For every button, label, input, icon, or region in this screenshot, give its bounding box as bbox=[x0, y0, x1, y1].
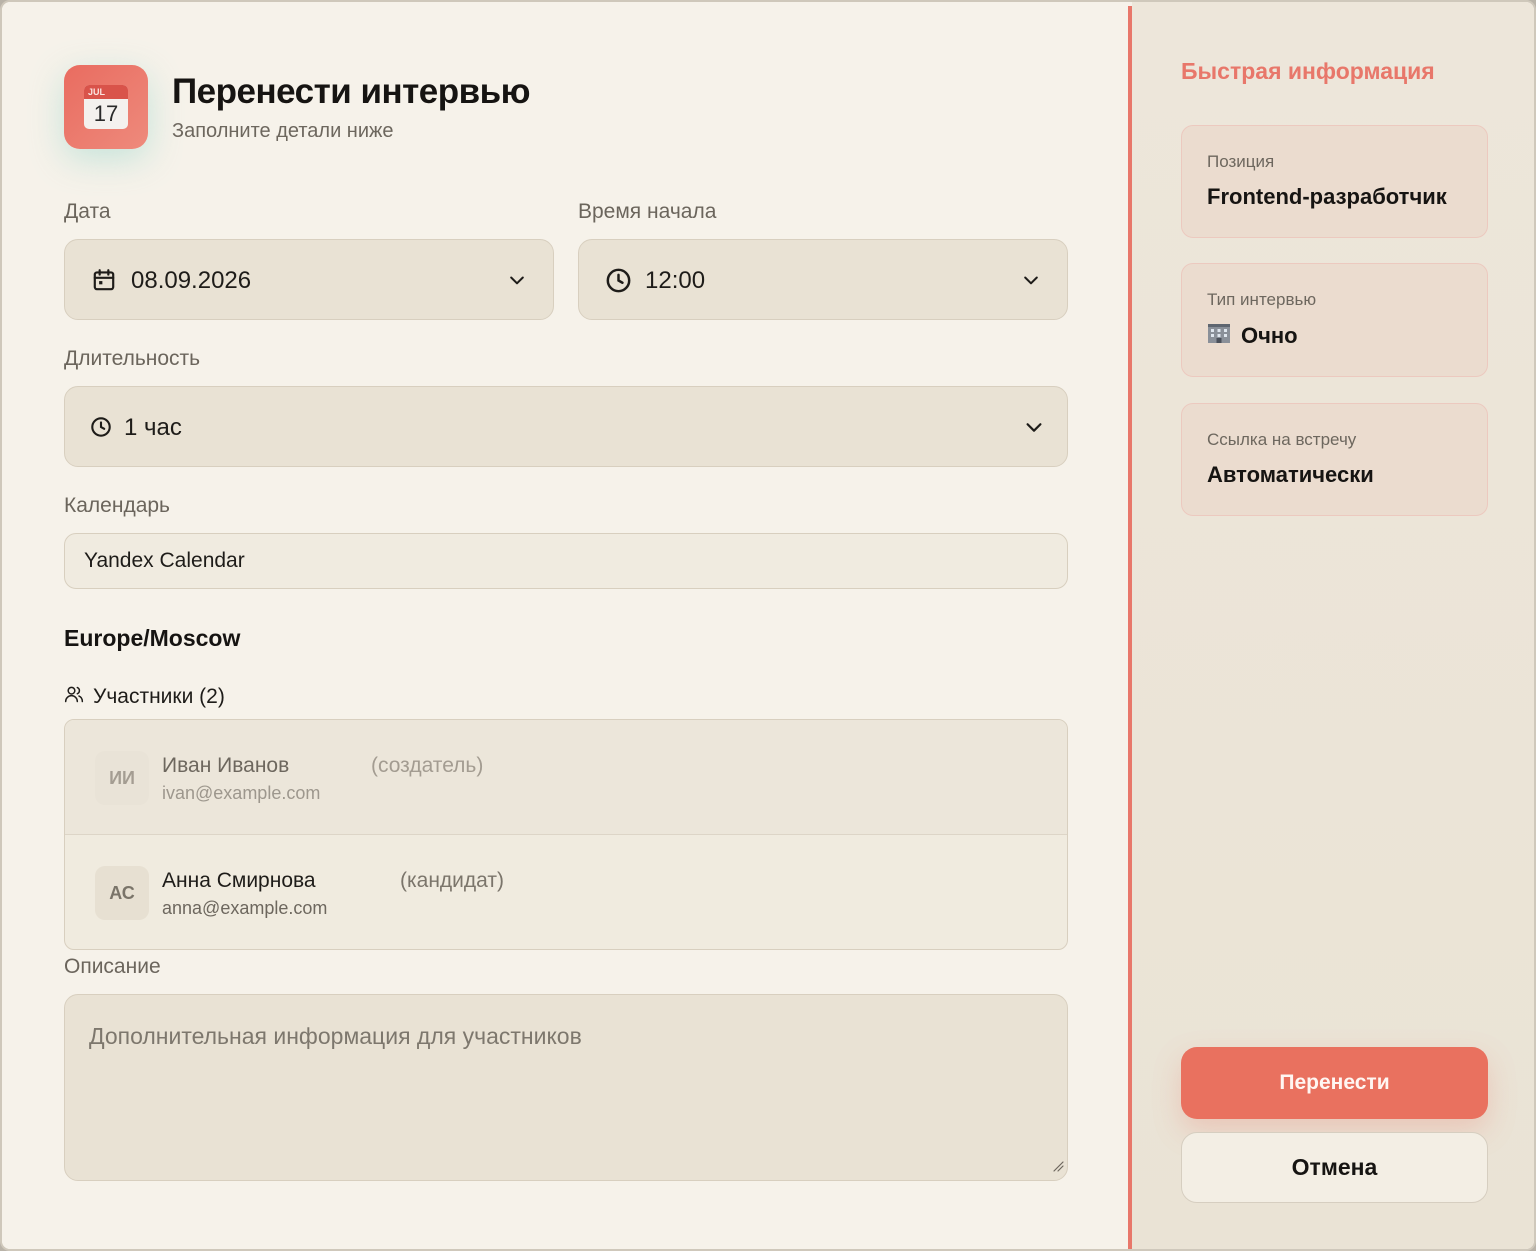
participant-name: Анна Смирнова bbox=[162, 869, 316, 892]
quick-info-panel: Быстрая информация Позиция Frontend-разр… bbox=[1132, 2, 1534, 1249]
participant-row: АС Анна Смирнова (кандидат) anna@example… bbox=[65, 835, 1067, 949]
start-time-value: 12:00 bbox=[645, 267, 706, 294]
description-placeholder: Дополнительная информация для участников bbox=[89, 1023, 582, 1049]
office-building-icon bbox=[1207, 322, 1231, 350]
meeting-link-key: Ссылка на встречу bbox=[1207, 430, 1357, 449]
timezone-label: Europe/Moscow bbox=[64, 625, 241, 651]
duration-value: 1 час bbox=[124, 414, 182, 441]
position-key: Позиция bbox=[1207, 152, 1275, 171]
avatar: АС bbox=[95, 866, 149, 920]
calendar-value: Yandex Calendar bbox=[84, 549, 245, 572]
chevron-down-icon bbox=[1021, 270, 1041, 290]
description-textarea[interactable]: Дополнительная информация для участников bbox=[64, 994, 1068, 1181]
quick-info-title: Быстрая информация bbox=[1181, 58, 1435, 84]
calendar-input[interactable]: Yandex Calendar bbox=[64, 533, 1068, 589]
calendar-label: Календарь bbox=[64, 494, 170, 517]
date-value: 08.09.2026 bbox=[131, 267, 252, 294]
form-panel: JUL 17 Перенести интервью Заполните дета… bbox=[2, 2, 1129, 1249]
resize-handle-icon[interactable] bbox=[1052, 1159, 1064, 1177]
clock-icon bbox=[605, 267, 632, 294]
reschedule-button[interactable]: Перенести bbox=[1181, 1047, 1488, 1119]
chevron-down-icon bbox=[1023, 416, 1045, 438]
participant-role: (создатель) bbox=[371, 754, 484, 777]
cancel-button[interactable]: Отмена bbox=[1181, 1132, 1488, 1203]
calendar-icon-day: 17 bbox=[93, 101, 119, 126]
position-value-text: Frontend-разработчик bbox=[1207, 184, 1447, 209]
participants-list: ИИ Иван Иванов (создатель) ivan@example.… bbox=[64, 719, 1068, 950]
start-time-select[interactable]: 12:00 bbox=[578, 239, 1068, 320]
position-card: Позиция Frontend-разработчик bbox=[1181, 125, 1488, 238]
participants-heading-text: Участники (2) bbox=[93, 685, 225, 708]
participant-email: anna@example.com bbox=[162, 898, 328, 918]
participant-name: Иван Иванов bbox=[162, 754, 290, 777]
users-icon bbox=[64, 684, 84, 710]
duration-label: Длительность bbox=[64, 347, 201, 370]
calendar-icon: JUL 17 bbox=[84, 85, 128, 129]
participants-heading: Участники (2) bbox=[64, 684, 225, 710]
reschedule-dialog: JUL 17 Перенести интервью Заполните дета… bbox=[0, 0, 1536, 1251]
date-label: Дата bbox=[64, 200, 111, 223]
page-title: Перенести интервью bbox=[172, 72, 531, 111]
meeting-link-value: Автоматически bbox=[1207, 462, 1374, 488]
position-value: Frontend-разработчик bbox=[1207, 184, 1447, 210]
meeting-link-value-text: Автоматически bbox=[1207, 462, 1374, 487]
clock-icon bbox=[90, 416, 112, 438]
avatar: ИИ bbox=[95, 751, 149, 805]
date-select[interactable]: 08.09.2026 bbox=[64, 239, 554, 320]
participant-role: (кандидат) bbox=[400, 869, 504, 892]
participant-email: ivan@example.com bbox=[162, 783, 321, 803]
calendar-small-icon bbox=[91, 267, 117, 293]
calendar-icon-month: JUL bbox=[84, 85, 128, 99]
duration-select[interactable]: 1 час bbox=[64, 386, 1068, 467]
page-subtitle: Заполните детали ниже bbox=[172, 120, 394, 142]
calendar-app-icon: JUL 17 bbox=[64, 65, 148, 149]
interview-type-value-text: Очно bbox=[1241, 323, 1298, 348]
interview-type-card: Тип интервью Очно bbox=[1181, 263, 1488, 377]
interview-type-value: Очно bbox=[1207, 322, 1298, 350]
description-label: Описание bbox=[64, 955, 161, 978]
chevron-down-icon bbox=[507, 270, 527, 290]
participant-row: ИИ Иван Иванов (создатель) ivan@example.… bbox=[65, 720, 1067, 835]
start-time-label: Время начала bbox=[578, 200, 717, 223]
meeting-link-card: Ссылка на встречу Автоматически bbox=[1181, 403, 1488, 516]
interview-type-key: Тип интервью bbox=[1207, 290, 1317, 309]
